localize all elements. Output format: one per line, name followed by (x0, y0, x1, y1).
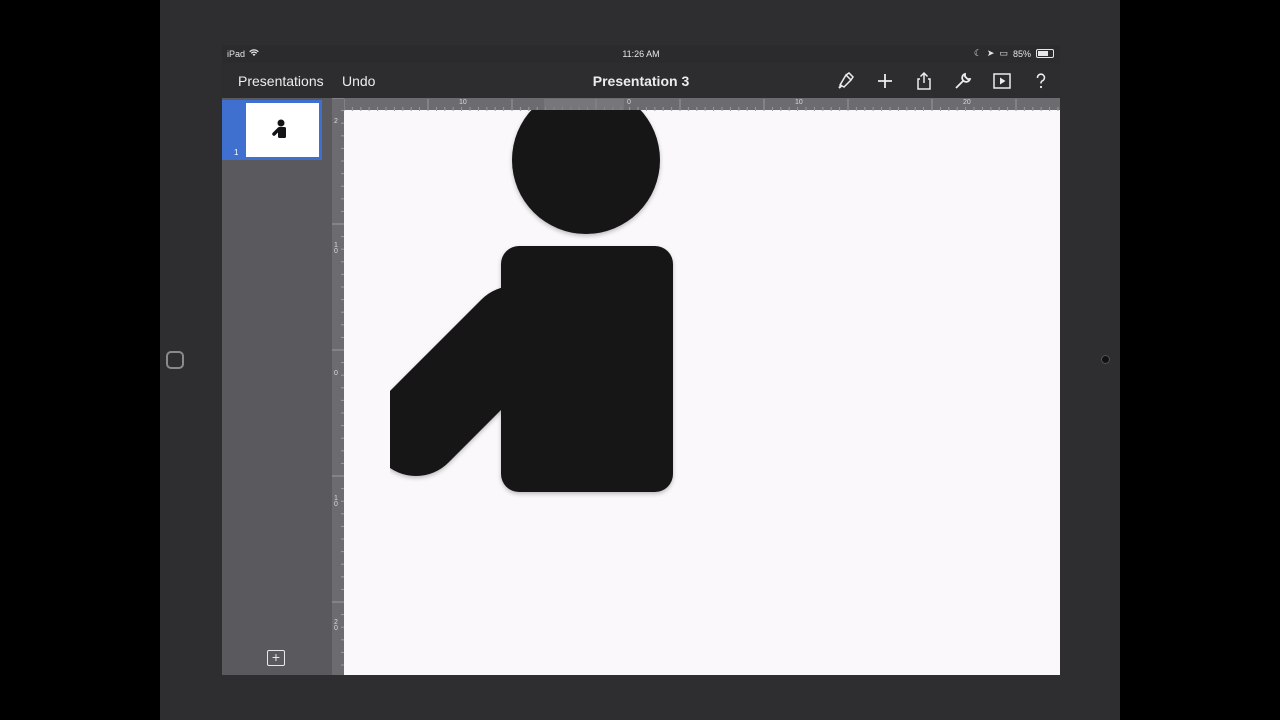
plus-icon[interactable] (872, 69, 898, 93)
camera-icon (1101, 355, 1110, 364)
slide-thumbnail[interactable] (246, 103, 319, 157)
ruler-label: 1 0 (334, 242, 338, 255)
location-icon: ➤ (986, 48, 995, 58)
airplay-icon: ▭ (999, 48, 1008, 58)
ruler-label: 0 (334, 370, 338, 377)
moon-icon: ☾ (973, 48, 982, 58)
paintbrush-icon[interactable] (833, 69, 859, 93)
home-button[interactable] (166, 351, 184, 369)
battery-percent: 85% (1012, 48, 1031, 59)
ruler-label: 2 (334, 118, 338, 125)
ruler-label: 1 0 (334, 495, 338, 508)
thumbnail-figure (272, 119, 286, 138)
slide-canvas[interactable] (344, 86, 1060, 675)
ruler-label: 2 0 (334, 619, 338, 632)
clock: 11:26 AM (622, 49, 660, 59)
screen: iPad 11:26 AM ☾ ➤ ▭ 85% Presentations Un… (222, 45, 1060, 675)
figure-arm[interactable] (370, 286, 560, 476)
battery-icon (1036, 49, 1054, 58)
status-bar: iPad 11:26 AM ☾ ➤ ▭ 85% (222, 45, 1060, 63)
add-slide-button[interactable]: + (267, 650, 285, 666)
help-icon[interactable] (1028, 69, 1054, 93)
share-icon[interactable] (911, 69, 937, 93)
horizontal-ruler: 10 0 10 20 (343, 98, 1060, 111)
slide-navigator: 1 + (222, 98, 332, 675)
wrench-icon[interactable] (950, 69, 976, 93)
ruler-label: 10 (459, 99, 467, 106)
slide-number: 1 (234, 148, 239, 157)
battery-level (1038, 51, 1049, 56)
vertical-ruler-ticks (332, 97, 344, 666)
vertical-ruler: 2 1 0 0 1 0 2 0 (332, 97, 344, 675)
figure-head[interactable] (512, 86, 660, 234)
person-figure[interactable] (344, 86, 1060, 675)
slide-thumbnail-selected[interactable]: 1 (222, 100, 322, 160)
play-icon[interactable] (989, 69, 1015, 93)
toolbar: Presentations Undo Presentation 3 (222, 63, 1060, 98)
ruler-label: 0 (627, 99, 631, 106)
figure-body[interactable] (501, 246, 673, 492)
ruler-label: 10 (795, 99, 803, 106)
ruler-label: 20 (963, 99, 971, 106)
